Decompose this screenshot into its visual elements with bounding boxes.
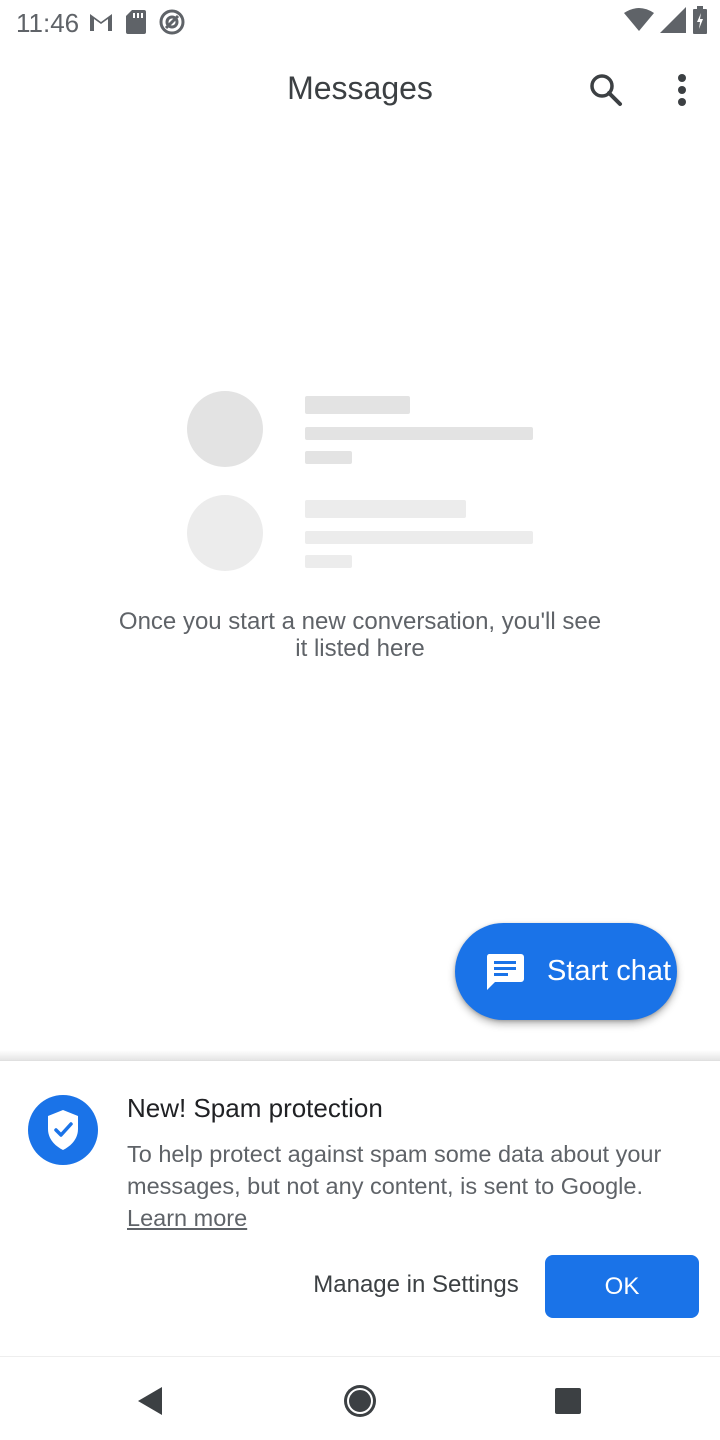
sd-card-icon	[126, 10, 146, 39]
search-icon[interactable]	[584, 68, 628, 112]
signal-icon	[660, 7, 686, 38]
navigation-bar	[0, 1356, 720, 1440]
start-chat-label: Start chat	[547, 955, 672, 987]
system-icons	[624, 6, 708, 39]
start-chat-button[interactable]: Start chat	[455, 923, 677, 1020]
learn-more-link[interactable]: Learn more	[127, 1205, 247, 1231]
ok-button[interactable]: OK	[545, 1255, 699, 1318]
sheet-title: New! Spam protection	[127, 1093, 383, 1123]
back-icon[interactable]	[130, 1381, 170, 1421]
app-bar: Messages	[0, 48, 720, 134]
home-icon[interactable]	[340, 1381, 380, 1421]
sync-icon	[158, 8, 186, 41]
notification-icons	[88, 8, 186, 41]
spam-protection-sheet: New! Spam protection To help protect aga…	[0, 1060, 720, 1357]
status-bar: 11:46	[0, 0, 720, 48]
chat-bubble-icon	[485, 952, 525, 992]
sheet-body-text: To help protect against spam some data a…	[127, 1141, 662, 1199]
battery-icon	[692, 6, 708, 39]
more-vert-icon[interactable]	[660, 68, 704, 112]
manage-in-settings-button[interactable]: Manage in Settings	[300, 1257, 532, 1313]
empty-state-message: Once you start a new conversation, you'l…	[118, 608, 602, 662]
empty-state-illustration	[180, 385, 560, 585]
sheet-body: To help protect against spam some data a…	[127, 1138, 687, 1234]
messages-screen: 11:46 Messages Once you start a new conv…	[0, 0, 720, 1440]
wifi-icon	[624, 7, 654, 38]
shield-check-icon	[28, 1095, 98, 1165]
gmail-icon	[88, 11, 114, 38]
status-time: 11:46	[16, 8, 80, 38]
recents-icon[interactable]	[548, 1381, 588, 1421]
